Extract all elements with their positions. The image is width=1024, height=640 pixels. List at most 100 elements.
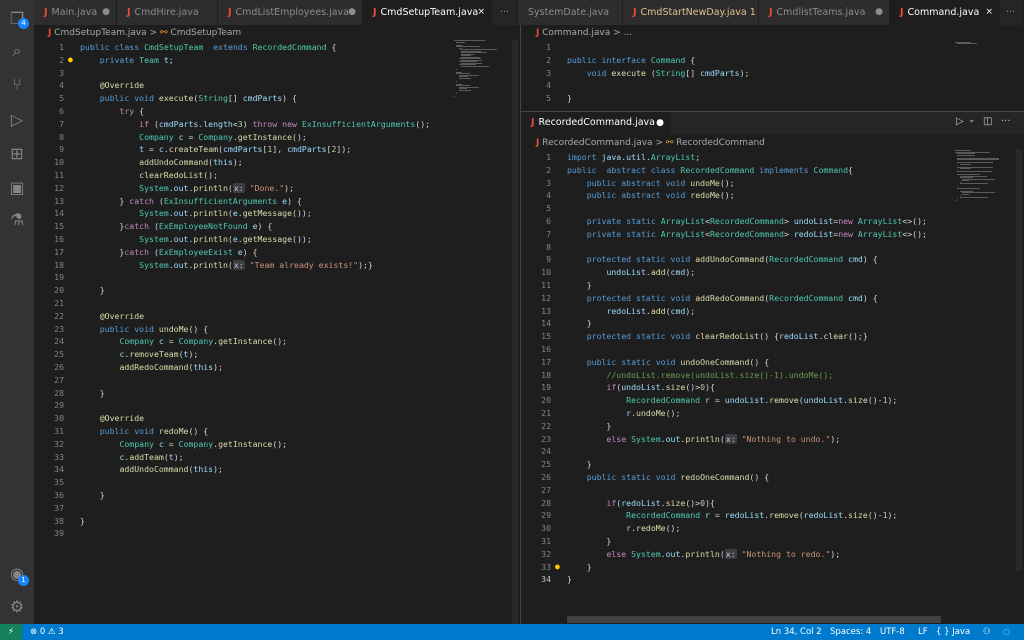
line-number[interactable]: 3 [521,177,551,190]
line-number[interactable]: 38 [34,515,64,528]
code-line[interactable]: 19 [34,271,452,284]
line-number[interactable]: 17 [521,356,551,369]
notifications-bell-icon[interactable]: ◌ [1003,624,1010,640]
search-icon[interactable]: ⌕ [7,41,27,61]
code-line[interactable]: 3 public abstract void undoMe(); [521,177,951,190]
code-line[interactable]: 11 clearRedoList(); [34,169,452,182]
code-line[interactable]: 28 if(redoList.size()>0){ [521,497,951,510]
line-number[interactable]: 16 [34,233,64,246]
end-of-line[interactable]: LF [918,624,928,640]
breadcrumb-file[interactable]: CmdSetupTeam.java [54,28,146,38]
code-line[interactable]: 19 if(undoList.size()>0){ [521,381,951,394]
remote-explorer-icon[interactable]: ▣ [7,178,27,198]
run-menu-chevron-icon[interactable]: ⌄ [968,115,976,125]
code-line[interactable]: 9 protected static void addUndoCommand(R… [521,253,951,266]
line-number[interactable]: 23 [521,433,551,446]
line-number[interactable]: 30 [521,522,551,535]
line-number[interactable]: 11 [34,169,64,182]
line-number[interactable]: 35 [34,476,64,489]
line-number[interactable]: 7 [521,228,551,241]
line-number[interactable]: 5 [521,202,551,215]
more-actions-button[interactable]: ··· [1001,116,1011,127]
code-line[interactable]: 21 r.undoMe(); [521,407,951,420]
line-number[interactable]: 23 [34,323,64,336]
code-line[interactable]: 34} [521,573,951,586]
code-line[interactable]: 37 [34,502,452,515]
code-line[interactable]: 16 [521,343,951,356]
line-number[interactable]: 25 [521,458,551,471]
code-line[interactable]: 18 //undoList.remove(undoList.size()-1).… [521,369,951,382]
feedback-icon[interactable]: ⚇ [983,624,991,640]
tab-systemdate[interactable]: SystemDate.java [518,0,623,25]
line-number[interactable]: 33 [34,451,64,464]
line-number[interactable]: 1 [521,41,551,54]
code-line[interactable]: 24 Company c = Company.getInstance(); [34,335,452,348]
run-button[interactable]: ▷ [956,116,964,127]
code-line[interactable]: 28 } [34,387,452,400]
code-line[interactable]: 7 private static ArrayList<RecordedComma… [521,228,951,241]
breadcrumb-class[interactable]: RecordedCommand [676,138,765,148]
scrollbar-bottom-right[interactable] [1016,150,1022,570]
lightbulb-icon[interactable]: ● [555,561,560,574]
code-line[interactable]: 10 addUndoCommand(this); [34,156,452,169]
line-number[interactable]: 25 [34,348,64,361]
line-number[interactable]: 39 [34,527,64,540]
line-number[interactable]: 19 [34,271,64,284]
line-number[interactable]: 24 [34,335,64,348]
code-line[interactable]: 20 } [34,284,452,297]
scrollbar-left[interactable] [512,40,518,624]
code-line[interactable]: 8 [521,241,951,254]
code-line[interactable]: 17 }catch (ExEmployeeExist e) { [34,246,452,259]
code-line[interactable]: 1 import java.util.ArrayList; [521,151,951,164]
code-line[interactable]: 6 try { [34,105,452,118]
editor-left[interactable]: 1 public class CmdSetupTeam extends Recor… [34,41,452,624]
code-line[interactable]: 35 [34,476,452,489]
editor-bottom-right[interactable]: 1 import java.util.ArrayList; 2 public abst… [521,151,951,591]
line-number[interactable]: 1 [34,41,64,54]
code-line[interactable]: 13 redoList.add(cmd); [521,305,951,318]
code-line[interactable]: 5 public void execute(String[] cmdParts)… [34,92,452,105]
line-number[interactable]: 2 [521,54,551,67]
code-line[interactable]: 5 [521,202,951,215]
code-line[interactable]: 13 } catch (ExInsufficientArguments e) { [34,195,452,208]
line-number[interactable]: 18 [521,369,551,382]
code-line[interactable]: 22 } [521,420,951,433]
code-line[interactable]: 10 undoList.add(cmd); [521,266,951,279]
code-line[interactable]: 12 protected static void addRedoCommand(… [521,292,951,305]
breadcrumb-file[interactable]: RecordedCommand.java [542,138,652,148]
line-number[interactable]: 6 [521,215,551,228]
line-number[interactable]: 22 [521,420,551,433]
editor-more-actions[interactable]: ··· [1000,0,1024,25]
line-number[interactable]: 15 [521,330,551,343]
code-line[interactable]: 15 }catch (ExEmployeeNotFound e) { [34,220,452,233]
code-line[interactable]: 18 System.out.println(x: "Team already e… [34,259,452,272]
extensions-icon[interactable]: ⊞ [7,144,27,164]
indentation[interactable]: Spaces: 4 [830,624,871,640]
line-number[interactable]: 31 [521,535,551,548]
code-line[interactable]: 14 } [521,317,951,330]
problems-indicator[interactable]: ⊗ 0 ⚠ 3 [30,624,64,640]
code-line[interactable]: 26 addRedoCommand(this); [34,361,452,374]
line-number[interactable]: 20 [34,284,64,297]
code-line[interactable]: 23 else System.out.println(x: "Nothing t… [521,433,951,446]
line-number[interactable]: 29 [34,399,64,412]
line-number[interactable]: 13 [521,305,551,318]
code-line[interactable]: 4 public abstract void redoMe(); [521,189,951,202]
line-number[interactable]: 30 [34,412,64,425]
code-line[interactable]: 20 RecordedCommand r = undoList.remove(u… [521,394,951,407]
code-line[interactable]: 30 @Override [34,412,452,425]
code-line[interactable]: 29 [34,399,452,412]
code-line[interactable]: 7 if (cmdParts.length<3) throw new ExIns… [34,118,452,131]
tab-recordedcommand[interactable]: J RecordedCommand.java ● [521,112,671,134]
breadcrumb-file[interactable]: Command.java [542,28,610,38]
line-number[interactable]: 24 [521,445,551,458]
encoding[interactable]: UTF-8 [880,624,905,640]
line-number[interactable]: 8 [521,241,551,254]
line-number[interactable]: 37 [34,502,64,515]
run-debug-icon[interactable]: ▷ [7,110,27,130]
split-editor-button[interactable]: ◫ [983,116,992,127]
line-number[interactable]: 28 [34,387,64,400]
code-line[interactable]: 8 Company c = Company.getInstance(); [34,131,452,144]
code-line[interactable]: 21 [34,297,452,310]
tab-more-actions[interactable]: ··· [492,0,518,25]
